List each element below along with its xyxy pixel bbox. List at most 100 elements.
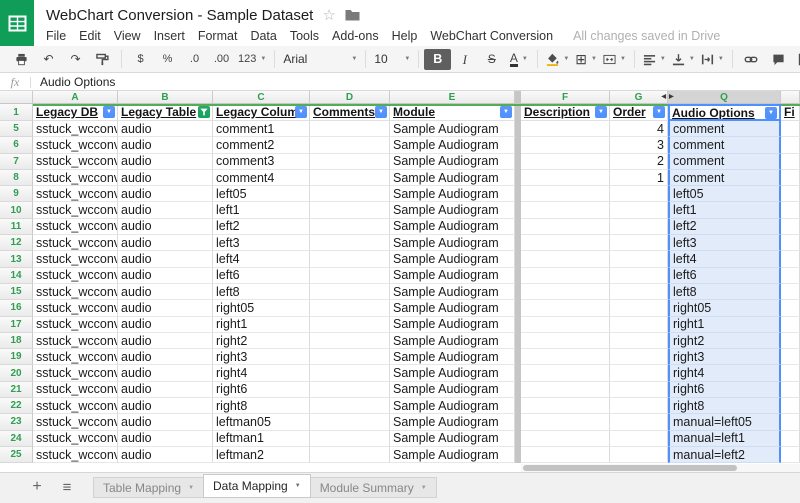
- grid-cell[interactable]: [781, 414, 800, 430]
- grid-cell[interactable]: Sample Audiogram: [390, 365, 515, 381]
- grid-cell[interactable]: right1: [668, 317, 781, 333]
- grid-cell[interactable]: sstuck_wcconv: [33, 186, 118, 202]
- grid-cell[interactable]: right4: [668, 365, 781, 381]
- column-header-cell[interactable]: Module▼: [390, 104, 515, 121]
- grid-cell[interactable]: right1: [213, 317, 310, 333]
- grid-cell[interactable]: [781, 300, 800, 316]
- grid-cell[interactable]: audio: [118, 121, 213, 137]
- grid-cell[interactable]: Sample Audiogram: [390, 333, 515, 349]
- grid-cell[interactable]: [521, 186, 610, 202]
- grid-cell[interactable]: [610, 447, 668, 463]
- text-wrap-button[interactable]: ▼: [698, 49, 727, 70]
- grid-cell[interactable]: Sample Audiogram: [390, 382, 515, 398]
- all-sheets-button[interactable]: ≡: [56, 479, 78, 496]
- grid-cell[interactable]: [310, 317, 390, 333]
- insert-chart-button[interactable]: [792, 49, 800, 70]
- grid-cell[interactable]: right8: [213, 398, 310, 414]
- grid-cell[interactable]: [781, 447, 800, 463]
- grid-cell[interactable]: [310, 121, 390, 137]
- grid-cell[interactable]: sstuck_wcconv: [33, 137, 118, 153]
- grid-cell[interactable]: audio: [118, 186, 213, 202]
- grid-cell[interactable]: audio: [118, 251, 213, 267]
- grid-cell[interactable]: [781, 317, 800, 333]
- text-color-button[interactable]: A▼: [505, 49, 532, 70]
- grid-cell[interactable]: audio: [118, 202, 213, 218]
- grid-cell[interactable]: Sample Audiogram: [390, 170, 515, 186]
- grid-cell[interactable]: [781, 365, 800, 381]
- number-format-button[interactable]: 123▼: [235, 49, 269, 70]
- grid-cell[interactable]: [521, 137, 610, 153]
- merge-cells-button[interactable]: ▼: [600, 49, 629, 70]
- grid-cell[interactable]: [610, 235, 668, 251]
- grid-cell[interactable]: left1: [668, 202, 781, 218]
- borders-button[interactable]: ⊞▼: [572, 49, 600, 70]
- grid-cell[interactable]: audio: [118, 414, 213, 430]
- column-header-cell[interactable]: Audio Options▼: [668, 104, 781, 121]
- grid-cell[interactable]: Sample Audiogram: [390, 414, 515, 430]
- grid-cell[interactable]: Sample Audiogram: [390, 219, 515, 235]
- row-number[interactable]: 20: [0, 365, 33, 381]
- grid-cell[interactable]: [781, 398, 800, 414]
- column-letter-D[interactable]: D: [310, 91, 390, 104]
- row-number[interactable]: 25: [0, 447, 33, 463]
- grid-cell[interactable]: 1: [610, 170, 668, 186]
- grid-cell[interactable]: [310, 154, 390, 170]
- column-header-cell[interactable]: Comments▼: [310, 104, 390, 121]
- filter-dropdown-button[interactable]: ▼: [103, 106, 115, 118]
- grid-cell[interactable]: sstuck_wcconv: [33, 317, 118, 333]
- grid-cell[interactable]: sstuck_wcconv: [33, 349, 118, 365]
- row-number[interactable]: 1: [0, 104, 33, 121]
- grid-cell[interactable]: [781, 333, 800, 349]
- grid-cell[interactable]: sstuck_wcconv: [33, 398, 118, 414]
- grid-cell[interactable]: [310, 300, 390, 316]
- row-number[interactable]: 13: [0, 251, 33, 267]
- row-number[interactable]: 10: [0, 202, 33, 218]
- grid-cell[interactable]: audio: [118, 219, 213, 235]
- grid-cell[interactable]: audio: [118, 365, 213, 381]
- row-number[interactable]: 18: [0, 333, 33, 349]
- grid-cell[interactable]: sstuck_wcconv: [33, 219, 118, 235]
- grid-cell[interactable]: sstuck_wcconv: [33, 300, 118, 316]
- grid-cell[interactable]: [521, 170, 610, 186]
- add-sheet-button[interactable]: +: [26, 478, 48, 496]
- column-header-cell[interactable]: Legacy Column▼: [213, 104, 310, 121]
- grid-cell[interactable]: right6: [213, 382, 310, 398]
- grid-cell[interactable]: [781, 121, 800, 137]
- row-number[interactable]: 11: [0, 219, 33, 235]
- row-number[interactable]: 12: [0, 235, 33, 251]
- grid-cell[interactable]: comment: [668, 137, 781, 153]
- grid-cell[interactable]: Sample Audiogram: [390, 431, 515, 447]
- grid-cell[interactable]: comment4: [213, 170, 310, 186]
- grid-cell[interactable]: left3: [668, 235, 781, 251]
- folder-icon[interactable]: [345, 9, 360, 21]
- grid-cell[interactable]: [781, 382, 800, 398]
- grid-cell[interactable]: [781, 186, 800, 202]
- grid-cell[interactable]: sstuck_wcconv: [33, 202, 118, 218]
- grid-cell[interactable]: comment2: [213, 137, 310, 153]
- grid-cell[interactable]: [521, 349, 610, 365]
- grid-cell[interactable]: [521, 235, 610, 251]
- grid-cell[interactable]: leftman05: [213, 414, 310, 430]
- fill-color-button[interactable]: ▼: [543, 49, 572, 70]
- menu-file[interactable]: File: [46, 29, 66, 43]
- grid-cell[interactable]: [521, 431, 610, 447]
- filter-dropdown-button[interactable]: ▼: [375, 106, 387, 118]
- horizontal-align-button[interactable]: ▼: [640, 49, 669, 70]
- grid-cell[interactable]: Sample Audiogram: [390, 186, 515, 202]
- grid-cell[interactable]: [521, 251, 610, 267]
- grid-cell[interactable]: right8: [668, 398, 781, 414]
- paint-format-button[interactable]: [89, 49, 116, 70]
- grid-cell[interactable]: audio: [118, 447, 213, 463]
- grid-cell[interactable]: sstuck_wcconv: [33, 431, 118, 447]
- grid-cell[interactable]: Sample Audiogram: [390, 300, 515, 316]
- grid-cell[interactable]: right05: [668, 300, 781, 316]
- grid-cell[interactable]: [521, 414, 610, 430]
- grid-cell[interactable]: audio: [118, 154, 213, 170]
- grid-cell[interactable]: [610, 219, 668, 235]
- column-letter-Q[interactable]: Q▶: [668, 91, 781, 104]
- grid-cell[interactable]: Sample Audiogram: [390, 317, 515, 333]
- grid-cell[interactable]: [781, 170, 800, 186]
- redo-button[interactable]: ↷: [62, 49, 89, 70]
- grid-cell[interactable]: left05: [668, 186, 781, 202]
- grid-cell[interactable]: Sample Audiogram: [390, 398, 515, 414]
